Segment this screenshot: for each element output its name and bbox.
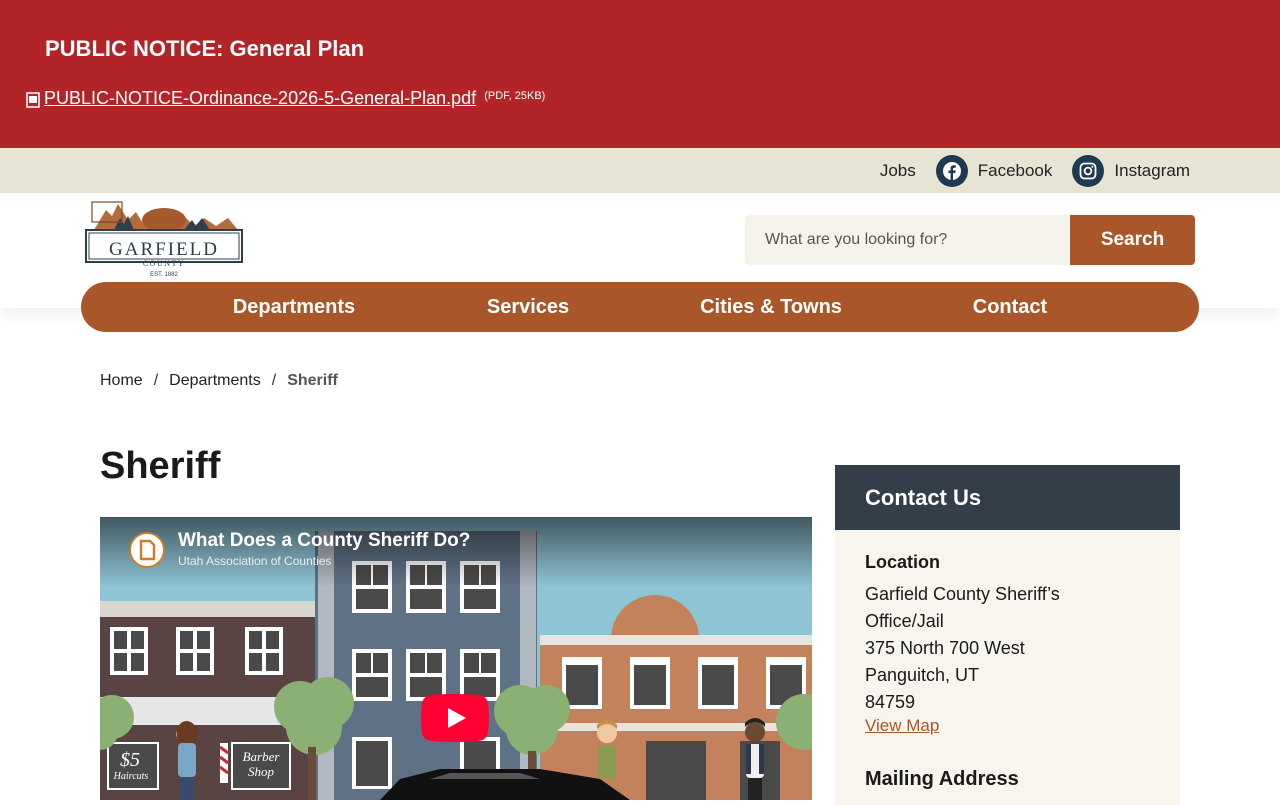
pdf-file-icon [26, 92, 40, 108]
notice-pdf-link[interactable]: PUBLIC-NOTICE-Ordinance-2026-5-General-P… [44, 88, 476, 109]
location-label: Location [865, 552, 940, 572]
sidebar-heading: Contact Us [835, 465, 1180, 530]
breadcrumb: Home / Departments / Sheriff [100, 372, 338, 390]
notice-file: PUBLIC-NOTICE-Ordinance-2026-5-General-P… [26, 88, 545, 109]
view-map-link[interactable]: View Map [865, 716, 939, 736]
instagram-link[interactable]: Instagram [1072, 154, 1190, 187]
notice-title: PUBLIC NOTICE: General Plan [45, 36, 365, 61]
logo-name: GARFIELD [109, 239, 219, 260]
sign-shop: Shop [248, 764, 275, 779]
sign-price: $5 [120, 749, 140, 771]
logo-est: EST. 1882 [150, 272, 178, 278]
sign-barber: Barber [243, 749, 281, 764]
facebook-label: Facebook [977, 160, 1053, 180]
breadcrumb-departments[interactable]: Departments [169, 372, 261, 390]
breadcrumb-separator: / [271, 372, 277, 389]
search-input[interactable] [745, 215, 1070, 265]
facebook-link[interactable]: Facebook [935, 154, 1053, 187]
utility-bar: Jobs Facebook Instagram [0, 148, 1280, 193]
page-title: Sheriff [100, 445, 221, 487]
sign-haircuts: Haircuts [113, 771, 149, 782]
search-form: Search [745, 215, 1195, 265]
public-notice-banner: PUBLIC NOTICE: General Plan PUBLIC-NOTIC… [0, 0, 1280, 148]
instagram-icon [1072, 154, 1105, 187]
file-meta: (PDF, 25KB) [484, 90, 546, 102]
video-embed[interactable]: $5 Haircuts Barber Shop What Does a Coun… [100, 517, 812, 800]
breadcrumb-current: Sheriff [287, 372, 338, 389]
nav-cities-towns[interactable]: Cities & Towns [700, 282, 842, 332]
address-line: 375 North 700 West [865, 638, 1025, 658]
mailing-address-label: Mailing Address [865, 768, 1019, 790]
play-icon[interactable] [421, 694, 489, 742]
logo-county: COUNTY [143, 259, 185, 268]
channel-avatar[interactable] [129, 532, 165, 568]
instagram-label: Instagram [1114, 160, 1190, 180]
nav-departments[interactable]: Departments [233, 282, 355, 332]
video-channel[interactable]: Utah Association of Counties [178, 554, 331, 568]
jobs-link[interactable]: Jobs [880, 161, 916, 181]
nav-contact[interactable]: Contact [973, 282, 1047, 332]
address-line: Office/Jail [865, 611, 944, 631]
channel-logo-icon [139, 539, 156, 561]
contact-sidebar: Contact Us Location Garfield County Sher… [835, 465, 1180, 805]
video-title[interactable]: What Does a County Sheriff Do? [178, 530, 470, 552]
facebook-icon [935, 154, 968, 187]
breadcrumb-home[interactable]: Home [100, 372, 143, 390]
address-line: Panguitch, UT [865, 665, 980, 685]
nav-services[interactable]: Services [487, 282, 569, 332]
garfield-county-logo[interactable]: GARFIELD COUNTY EST. 1882 [84, 196, 244, 278]
search-button[interactable]: Search [1070, 215, 1195, 265]
video-title-overlay [100, 517, 812, 587]
main-navigation: Departments Services Cities & Towns Cont… [81, 282, 1199, 332]
breadcrumb-separator: / [153, 372, 159, 389]
address-line: 84759 [865, 692, 916, 712]
address-line: Garfield County Sheriff’s [865, 584, 1060, 604]
